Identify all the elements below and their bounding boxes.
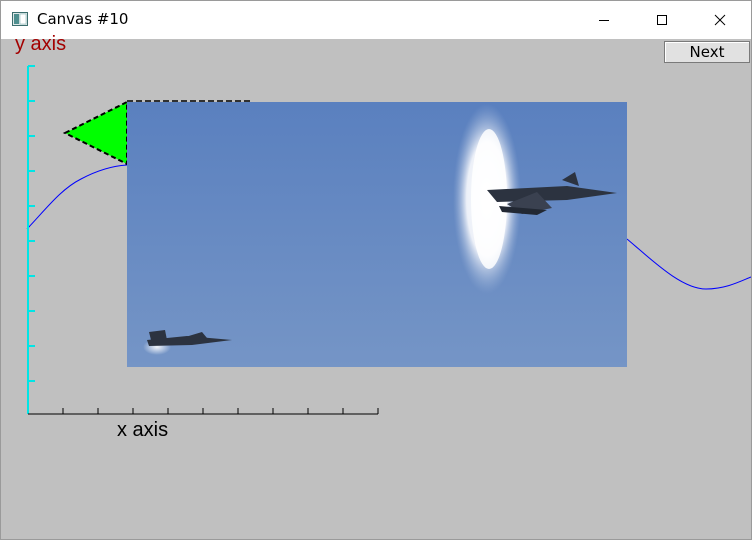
y-axis-label: y axis [15,33,67,55]
green-triangle[interactable] [62,100,128,166]
canvas-window: Canvas #10 y axis x axis Next [0,0,752,540]
sine-curve-left [26,164,128,230]
x-axis-label: x axis [117,419,169,441]
maximize-icon [657,15,667,25]
next-button[interactable]: Next [664,41,750,63]
title-bar[interactable]: Canvas #10 [1,1,751,39]
close-icon [714,14,726,26]
app-window-icon [12,12,28,26]
window-title: Canvas #10 [37,10,129,28]
jet-sonic-boom-image [127,102,627,367]
close-button[interactable] [697,1,743,39]
maximize-button[interactable] [639,1,685,39]
sine-curve-right [626,238,751,290]
drawing-canvas[interactable]: y axis x axis Next [1,33,751,539]
minimize-icon [599,20,609,21]
jet-photo-graphic [127,102,627,367]
y-axis [27,65,35,414]
minimize-button[interactable] [581,1,627,39]
x-axis [28,408,379,415]
